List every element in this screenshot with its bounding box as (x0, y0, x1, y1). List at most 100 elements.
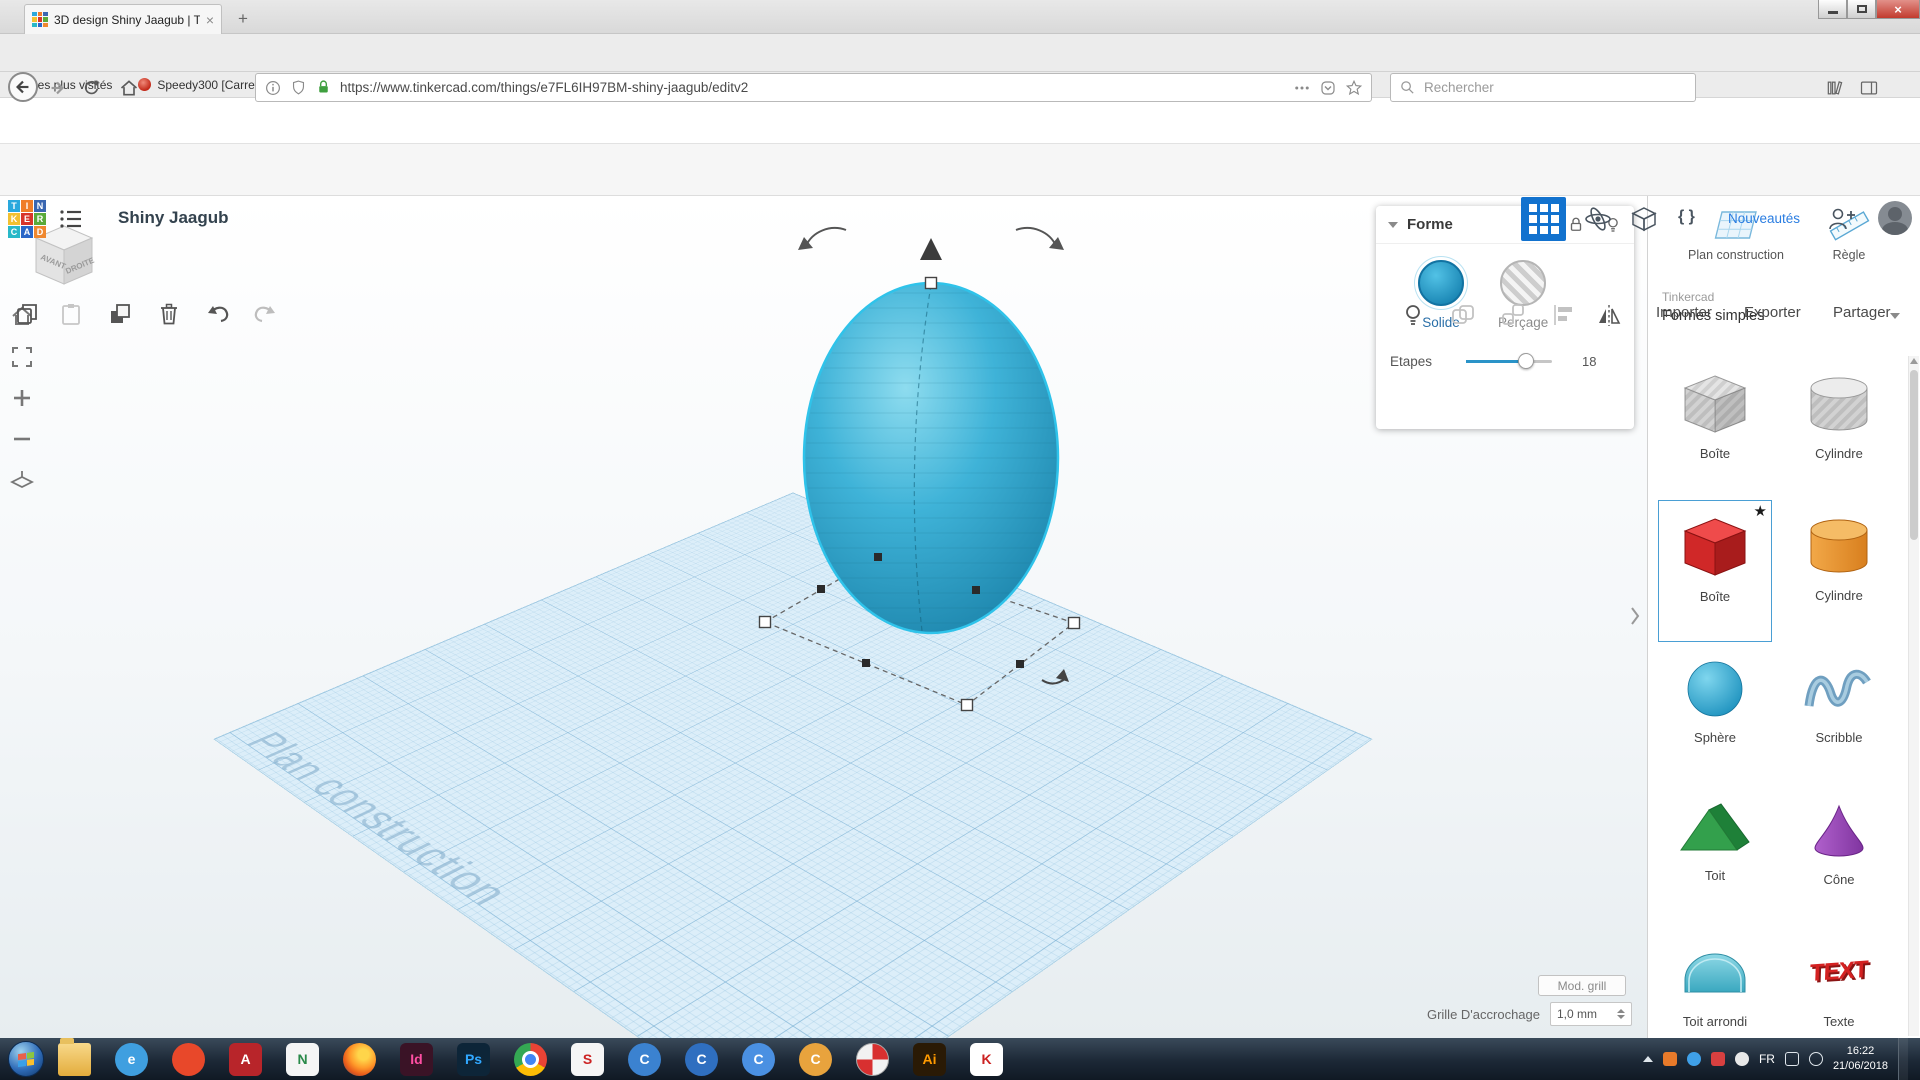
lock-icon[interactable] (1567, 216, 1585, 234)
language-indicator[interactable]: FR (1759, 1052, 1775, 1066)
sidebar-collapse-button[interactable] (1626, 598, 1644, 634)
redo-button[interactable] (251, 302, 277, 326)
windows-explorer-icon[interactable] (58, 1043, 91, 1076)
sidebar-scrollbar[interactable] (1908, 356, 1919, 1036)
tracking-shield-icon[interactable] (290, 79, 307, 96)
3d-design-icon[interactable] (1584, 206, 1612, 232)
copy-button[interactable] (15, 302, 39, 326)
egg-shape[interactable] (804, 283, 1058, 633)
scrollbar-thumb[interactable] (1910, 370, 1918, 540)
clock[interactable]: 16:22 21/06/2018 (1833, 1044, 1888, 1075)
spinner-icon[interactable] (1617, 1009, 1625, 1019)
move-up-arrow[interactable] (920, 238, 942, 260)
ungroup-button[interactable] (1500, 302, 1526, 328)
chrome-icon[interactable] (514, 1043, 547, 1076)
chromium-2-icon[interactable]: C (685, 1043, 718, 1076)
export-button[interactable]: Exporter (1744, 304, 1801, 321)
shape-sphere[interactable]: Sphère (1658, 642, 1772, 784)
undo-button[interactable] (206, 302, 232, 326)
tab-close-icon[interactable]: × (206, 13, 214, 27)
pocket-icon[interactable] (1319, 79, 1337, 97)
avatar[interactable] (1878, 201, 1912, 235)
rotate-arrow-right[interactable] (1016, 228, 1064, 250)
snap-grid-select[interactable]: 1,0 mm (1550, 1002, 1632, 1026)
opera-browser-icon[interactable] (172, 1043, 205, 1076)
whats-new-link[interactable]: Nouveautés (1728, 211, 1800, 226)
rotate-arrow-left[interactable] (798, 228, 846, 250)
chromium-1-icon[interactable]: C (628, 1043, 661, 1076)
start-button[interactable] (8, 1041, 44, 1077)
design-menu-icon[interactable] (58, 206, 84, 232)
indesign-icon[interactable]: Id (400, 1043, 433, 1076)
back-button[interactable] (8, 72, 38, 102)
brick-icon[interactable] (1630, 206, 1658, 232)
browser-tab[interactable]: 3D design Shiny Jaagub | Tinke × (24, 4, 222, 34)
close-button[interactable]: × (1876, 0, 1920, 19)
maximize-button[interactable] (1847, 0, 1876, 19)
zoom-out-button[interactable] (6, 423, 38, 455)
panel-collapse-caret-icon[interactable] (1388, 222, 1398, 228)
bookmark-star-icon[interactable] (1345, 79, 1363, 97)
show-desktop-button[interactable] (1898, 1038, 1908, 1080)
krita-icon[interactable]: K (970, 1043, 1003, 1076)
tray-app-icon-1[interactable] (1663, 1052, 1677, 1066)
internet-explorer-icon[interactable]: e (115, 1043, 148, 1076)
s-app-icon[interactable]: S (571, 1043, 604, 1076)
illustrator-icon[interactable]: Ai (913, 1043, 946, 1076)
fit-view-button[interactable] (6, 341, 38, 373)
shape-roof[interactable]: Toit (1658, 784, 1772, 926)
share-button[interactable]: Partager (1833, 304, 1891, 321)
shape-box-striped[interactable]: Boîte (1658, 358, 1772, 500)
scroll-up-icon[interactable] (1910, 358, 1918, 364)
reload-button[interactable] (80, 77, 102, 99)
tinkercad-logo[interactable]: TIN KER CAD (8, 200, 46, 238)
align-button[interactable] (1550, 302, 1576, 328)
tray-app-icon-2[interactable] (1687, 1052, 1701, 1066)
https-lock-icon[interactable] (315, 79, 332, 96)
tray-volume-icon[interactable] (1809, 1052, 1823, 1066)
minimize-button[interactable] (1818, 0, 1847, 19)
duplicate-button[interactable] (108, 302, 132, 326)
home-button[interactable] (118, 77, 140, 99)
firefox-icon[interactable] (343, 1043, 376, 1076)
page-actions-icon[interactable] (1293, 79, 1311, 97)
hole-swatch[interactable] (1500, 260, 1546, 306)
chrome-canary-icon[interactable]: C (799, 1043, 832, 1076)
steps-slider-knob[interactable] (1518, 353, 1534, 369)
import-button[interactable]: Importer (1656, 304, 1712, 321)
sidebar-toggle-icon[interactable] (1858, 77, 1880, 99)
edit-grid-button[interactable]: Mod. grill (1538, 975, 1626, 996)
codeblocks-icon[interactable]: { } (1678, 208, 1695, 226)
perspective-toggle-button[interactable] (6, 464, 38, 496)
design-title[interactable]: Shiny Jaagub (118, 208, 229, 228)
pinwheel-app-icon[interactable] (856, 1043, 889, 1076)
forward-button[interactable] (46, 77, 68, 99)
library-icon[interactable] (1824, 77, 1846, 99)
steps-slider[interactable] (1466, 360, 1552, 363)
invite-person-icon[interactable] (1826, 206, 1856, 232)
notes-app-icon[interactable]: N (286, 1043, 319, 1076)
search-bar[interactable]: Rechercher (1390, 73, 1696, 102)
delete-button[interactable] (157, 302, 181, 326)
mirror-button[interactable] (1596, 302, 1622, 328)
paste-button[interactable] (59, 302, 83, 326)
url-bar[interactable]: https://www.tinkercad.com/things/e7FL6IH… (255, 73, 1372, 102)
group-button[interactable] (1450, 302, 1476, 328)
rotate-arrow-base[interactable] (1042, 669, 1069, 684)
shape-cylinder-striped[interactable]: Cylindre (1782, 358, 1896, 500)
favorite-star-icon[interactable]: ★ (1754, 502, 1767, 520)
tray-app-icon-3[interactable] (1711, 1052, 1725, 1066)
shape-cone[interactable]: Cône (1782, 784, 1896, 926)
tray-network-icon[interactable] (1785, 1052, 1799, 1066)
dashboard-grid-icon[interactable] (1521, 197, 1566, 241)
shape-scribble[interactable]: Scribble (1782, 642, 1896, 784)
photoshop-icon[interactable]: Ps (457, 1043, 490, 1076)
tray-expand-icon[interactable] (1643, 1056, 1653, 1062)
shape-cylinder-orange[interactable]: Cylindre (1782, 500, 1896, 642)
adobe-reader-icon[interactable]: A (229, 1043, 262, 1076)
chromium-3-icon[interactable]: C (742, 1043, 775, 1076)
shape-box-red[interactable]: ★ Boîte (1658, 500, 1772, 642)
solid-swatch[interactable] (1418, 260, 1464, 306)
tray-app-icon-4[interactable] (1735, 1052, 1749, 1066)
show-all-button[interactable] (1400, 302, 1426, 328)
